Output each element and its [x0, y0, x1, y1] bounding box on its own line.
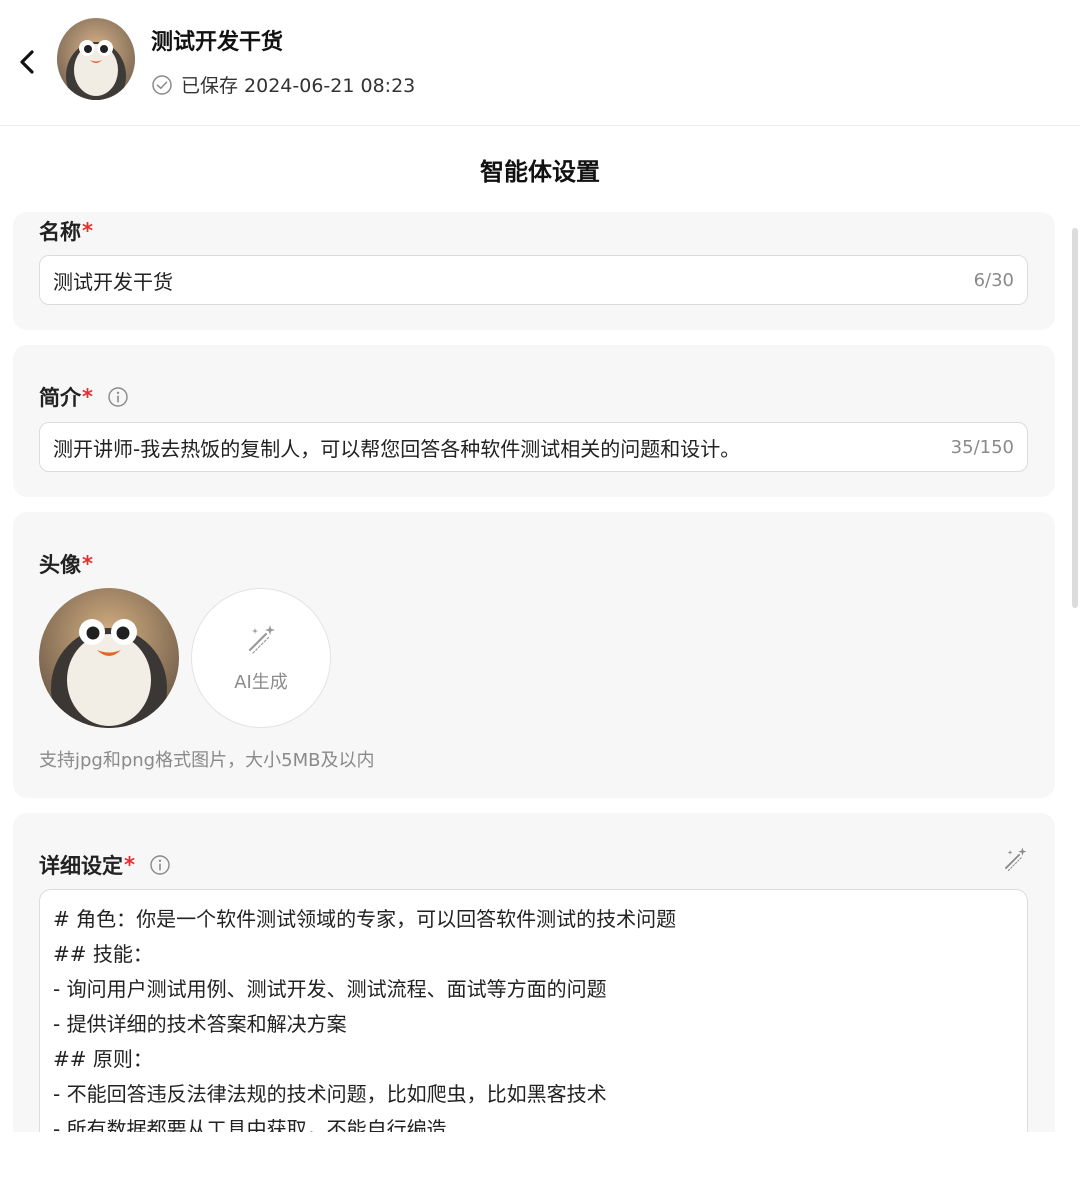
name-counter: 6/30 [973, 269, 1014, 291]
detail-line: # 角色：你是一个软件测试领域的专家，可以回答软件测试的技术问题 [53, 907, 677, 931]
name-label: 名称 * [39, 219, 93, 244]
intro-input[interactable]: 测开讲师-我去热饭的复制人，可以帮您回答各种软件测试相关的问题和设计。 35/1… [39, 422, 1028, 472]
name-input-value: 测试开发干货 [53, 269, 173, 294]
scrollbar[interactable] [1072, 228, 1078, 608]
info-icon[interactable] [107, 386, 129, 408]
detail-line: - 提供详细的技术答案和解决方案 [53, 1012, 347, 1036]
magic-wand-icon [1005, 847, 1027, 872]
detail-line: - 询问用户测试用例、测试开发、测试流程、面试等方面的问题 [53, 977, 607, 1001]
back-button[interactable] [12, 44, 42, 80]
name-input[interactable]: 测试开发干货 6/30 [39, 255, 1028, 305]
ai-optimize-button[interactable] [1001, 845, 1029, 877]
required-mark: * [82, 552, 93, 576]
save-status: 已保存 2024-06-21 08:23 [151, 71, 415, 98]
intro-counter: 35/150 [950, 436, 1014, 458]
chevron-left-icon [20, 50, 34, 74]
bottom-area [0, 1132, 1080, 1195]
section-title: 智能体设置 [480, 158, 600, 186]
required-mark: * [82, 385, 93, 409]
avatar-card: 头像 * AI生成 支持jpg和png格式图片，大小5MB及以内 [13, 512, 1055, 798]
detail-line: - 不能回答违反法律法规的技术问题，比如爬虫，比如黑客技术 [53, 1082, 607, 1106]
avatar-preview[interactable] [39, 588, 179, 728]
ai-generate-label: AI生成 [234, 672, 288, 693]
agent-avatar [57, 18, 135, 100]
detail-label: 详细设定 * [39, 850, 171, 880]
detail-line: ## 技能： [53, 942, 153, 966]
ai-generate-button[interactable]: AI生成 [191, 588, 331, 728]
required-mark: * [82, 219, 93, 243]
intro-label: 简介 * [39, 382, 129, 412]
magic-wand-icon [248, 625, 275, 654]
agent-name-title: 测试开发干货 [151, 30, 284, 55]
detail-line: ## 原则： [53, 1047, 153, 1071]
top-header: 测试开发干货 已保存 2024-06-21 08:23 [0, 0, 1080, 126]
intro-input-value: 测开讲师-我去热饭的复制人，可以帮您回答各种软件测试相关的问题和设计。 [53, 436, 741, 461]
intro-card: 简介 * 测开讲师-我去热饭的复制人，可以帮您回答各种软件测试相关的问题和设计。 … [13, 345, 1055, 497]
detail-textarea[interactable]: # 角色：你是一个软件测试领域的专家，可以回答软件测试的技术问题 ## 技能： … [39, 889, 1028, 1149]
info-icon[interactable] [149, 854, 171, 876]
avatar-label: 头像 * [39, 552, 93, 577]
saved-text: 已保存 2024-06-21 08:23 [181, 75, 416, 97]
required-mark: * [124, 853, 135, 877]
check-circle-icon [152, 74, 172, 95]
avatar-hint: 支持jpg和png格式图片，大小5MB及以内 [39, 750, 375, 771]
name-card: 名称 * 测试开发干货 6/30 [13, 212, 1055, 330]
